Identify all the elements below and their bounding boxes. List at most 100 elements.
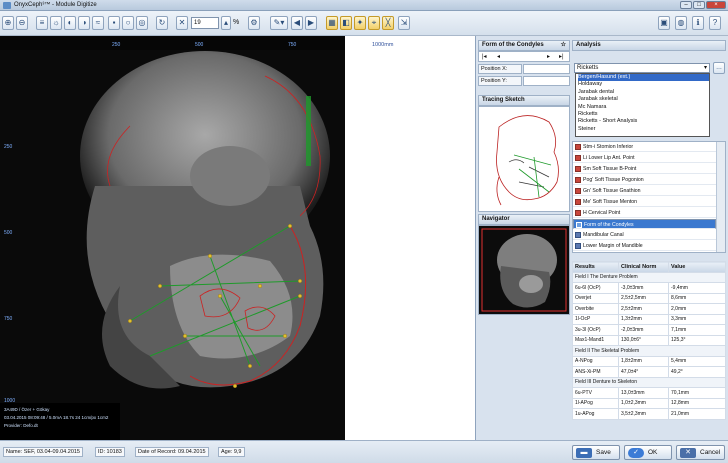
landmark-item[interactable]: Gn' Soft Tissue Gnathion [573,186,716,196]
option-mc-namara[interactable]: Mc Namara [578,104,709,111]
info-line-provider: Provider: Defo.dt [4,423,38,428]
table-row[interactable]: 6u-PTV 13,0±3mm 70,1mm [572,387,726,399]
option-holdaway[interactable]: Holdaway [578,81,709,88]
export-icon[interactable]: ⇲ [398,16,410,30]
table-row[interactable]: Field II The Skeletal Problem [572,345,726,357]
cancel-button[interactable]: ✕ Cancel [676,445,725,460]
lines-icon[interactable]: ╳ [382,16,394,30]
option-jarabak-skeletal[interactable]: Jarabak skeletal [578,96,709,103]
brightness-icon[interactable]: ☼ [50,16,62,30]
contrast-icon[interactable]: ◐ [64,16,76,30]
first-icon[interactable]: |◂ [482,53,487,60]
tracing-sketch[interactable] [478,106,570,212]
channel-icon[interactable]: ▪ [108,16,120,30]
results-header[interactable]: Results [572,261,619,273]
position-y-field[interactable] [523,76,570,86]
landmark-item[interactable]: Li Lower Lip Ant. Point [573,153,716,163]
table-row[interactable]: A-NPog 1,8±2mm 5,4mm [572,355,726,367]
landmark-marker-icon [575,199,581,205]
settings-icon[interactable]: ⚙ [248,16,260,30]
minimize-button[interactable]: – [680,1,692,9]
analysis-dropdown[interactable]: Bergen/Hasund (ext.) Holdaway Jarabak de… [575,73,710,137]
option-ricketts[interactable]: Ricketts [578,111,709,118]
table-row[interactable]: Field III Denture to Skeleton [572,376,726,388]
prev-icon[interactable]: ◂ [497,53,500,60]
info-icon[interactable]: ℹ [692,16,704,30]
landmark-item[interactable]: Stm-i Stomion Inferior [573,142,716,152]
landmark-marker-icon [575,188,581,194]
landmark-item[interactable]: Sm Soft Tissue B-Point [573,164,716,174]
middle-column: Form of the Condyles ☆ |◂ ◂ ▸ ▸| Positio… [478,40,570,440]
help-icon[interactable]: ? [709,16,721,30]
table-row[interactable]: Overjet 2,5±2,5mm 8,6mm [572,292,726,304]
overlay-icon[interactable]: ◧ [340,16,352,30]
landmark-item-selected[interactable]: Form of the Condyles [573,219,716,229]
landmarks-icon[interactable]: ⌖ [368,16,380,30]
ok-button[interactable]: ✓ OK [624,445,672,460]
table-row[interactable]: ANS-Xi-PM 47,0±4° 49,2° [572,366,726,378]
table-row[interactable]: 1l-OcP 1,3±2mm 3,3mm [572,313,726,325]
position-x-label: Position X: [478,64,522,74]
navigator-view[interactable] [478,225,570,315]
table-row[interactable]: 1l-APog 1,0±2,3mm 12,8mm [572,397,726,409]
value-header[interactable]: Value [668,261,726,273]
next-icon[interactable]: ▸ [547,53,550,60]
image-pane[interactable]: 250 500 750 1000mm 250 500 750 1000 3A49… [0,36,476,440]
table-row[interactable]: 3u-3l (OcP) -2,0±3mm 7,1mm [572,324,726,336]
results-table: Results Clinical Norm Value Field I The … [572,261,726,420]
cephalometric-xray[interactable]: 250 500 750 1000mm 250 500 750 1000 [0,36,476,440]
landmark-scrollbar[interactable] [716,142,725,252]
landmark-list[interactable]: Stm-i Stomion Inferior Li Lower Lip Ant.… [572,141,726,253]
menu-icon[interactable]: ≡ [36,16,48,30]
condyles-nav: |◂ ◂ ▸ ▸| [478,51,570,62]
circle-icon[interactable]: ○ [122,16,134,30]
maximize-button[interactable]: □ [693,1,705,9]
measure-icon[interactable]: ✕ [176,16,188,30]
chevron-down-icon[interactable]: ▾ [704,64,707,72]
tracing-header: Tracing Sketch [478,95,570,106]
ellipse-icon[interactable]: ◎ [136,16,148,30]
invert-icon[interactable]: ◑ [78,16,90,30]
zoom-in-icon[interactable]: ⊕ [2,16,14,30]
landmark-item[interactable]: H Cervical Point [573,208,716,218]
landmark-marker-icon [575,177,581,183]
close-button[interactable]: × [706,1,726,9]
option-bergen-hasund[interactable]: Bergen/Hasund (ext.) [578,74,709,82]
table-row[interactable]: Field I The Denture Problem [572,271,726,283]
monitor-icon[interactable]: ▣ [658,16,670,30]
info-line-patient: 3A49D / Özer + Gökay [4,407,50,412]
globe-icon[interactable]: ◍ [675,16,687,30]
zoom-out-icon[interactable]: ⊖ [16,16,28,30]
table-row[interactable]: Overbite 2,5±2mm 2,0mm [572,303,726,315]
option-steiner[interactable]: Steiner [578,126,709,133]
last-icon[interactable]: ▸| [559,53,564,60]
landmark-item[interactable]: Mandibular Canal [573,230,716,240]
side-ruler-750: 750 [4,316,13,322]
more-button[interactable]: … [713,62,725,74]
norm-header[interactable]: Clinical Norm [618,261,669,273]
save-button[interactable]: ▬ Save [572,445,620,460]
table-row[interactable]: 1u-APog 3,5±2,3mm 21,0mm [572,408,726,420]
pin-icon[interactable]: ☆ [561,41,566,50]
zoom-field[interactable]: 19 [191,17,219,29]
option-ricketts-short[interactable]: Ricketts - Short Analysis [578,118,709,125]
toolbar: ⊕ ⊖ ≡ ☼ ◐ ◑ ≈ ▪ ○ ◎ ↻ ✕ 19 ▴ % ⚙ ✎▾ ◀ ▶ … [0,11,728,36]
table-row[interactable]: Max1-Mand1 130,0±6° 125,3° [572,334,726,346]
status-record-date: Date of Record: 09.04.2015 [135,447,209,457]
grid-icon[interactable]: ▦ [326,16,338,30]
position-x-field[interactable] [523,64,570,74]
rotate-icon[interactable]: ↻ [156,16,168,30]
table-row[interactable]: 6u-6l (OcP) -3,0±3mm -9,4mm [572,282,726,294]
forward-icon[interactable]: ▶ [305,16,317,30]
tracing-icon[interactable]: ✦ [354,16,366,30]
option-jarabak-dental[interactable]: Jarabak dental [578,89,709,96]
landmark-item[interactable]: Lower Margin of Mandible [573,241,716,251]
back-icon[interactable]: ◀ [291,16,303,30]
navigator-thumbnail [479,226,569,314]
analysis-select[interactable]: Ricketts ▾ [574,63,710,73]
filter-icon[interactable]: ≈ [92,16,104,30]
tools-icon[interactable]: ✎▾ [270,16,288,30]
landmark-item[interactable]: Me' Soft Tissue Menton [573,197,716,207]
landmark-item[interactable]: Pog' Soft Tissue Pogonion [573,175,716,185]
zoom-spin-icon[interactable]: ▴ [221,16,231,30]
